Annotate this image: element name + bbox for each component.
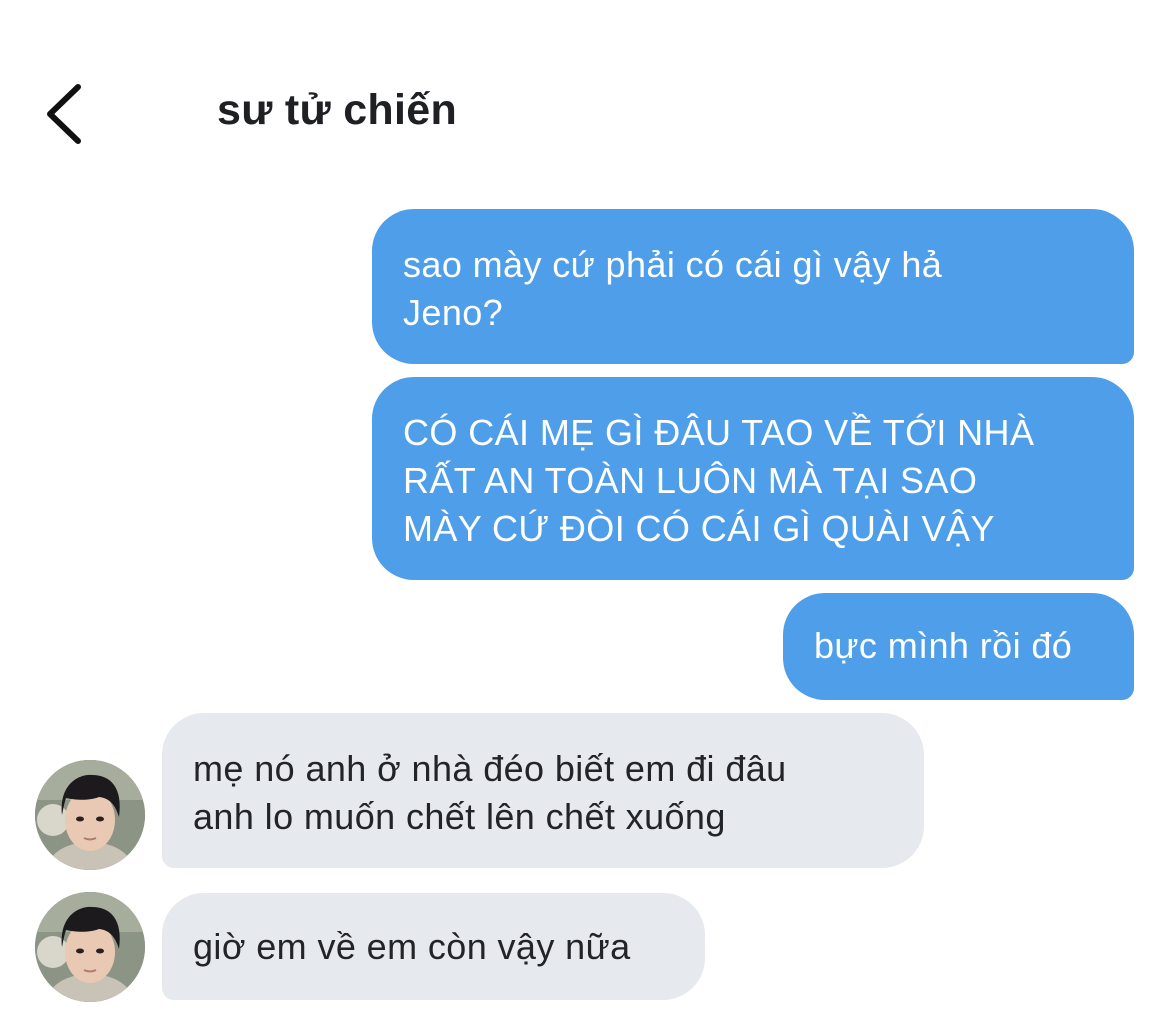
outgoing-message[interactable]: CÓ CÁI MẸ GÌ ĐÂU TAO VỀ TỚI NHÀ RẤT AN T… [372,377,1134,580]
chat-header: sư tử chiến [0,0,1169,180]
incoming-message[interactable]: giờ em về em còn vậy nữa [162,893,705,1000]
incoming-message[interactable]: mẹ nó anh ở nhà đéo biết em đi đâu anh l… [162,713,924,868]
back-button[interactable] [40,80,100,150]
outgoing-message[interactable]: bực mình rồi đó [783,593,1134,700]
outgoing-message[interactable]: sao mày cứ phải có cái gì vậy hả Jeno? [372,209,1134,364]
conversation-title[interactable]: sư tử chiến [217,86,457,135]
chevron-left-icon [40,80,100,150]
contact-avatar[interactable] [35,892,145,1002]
contact-avatar[interactable] [35,760,145,870]
